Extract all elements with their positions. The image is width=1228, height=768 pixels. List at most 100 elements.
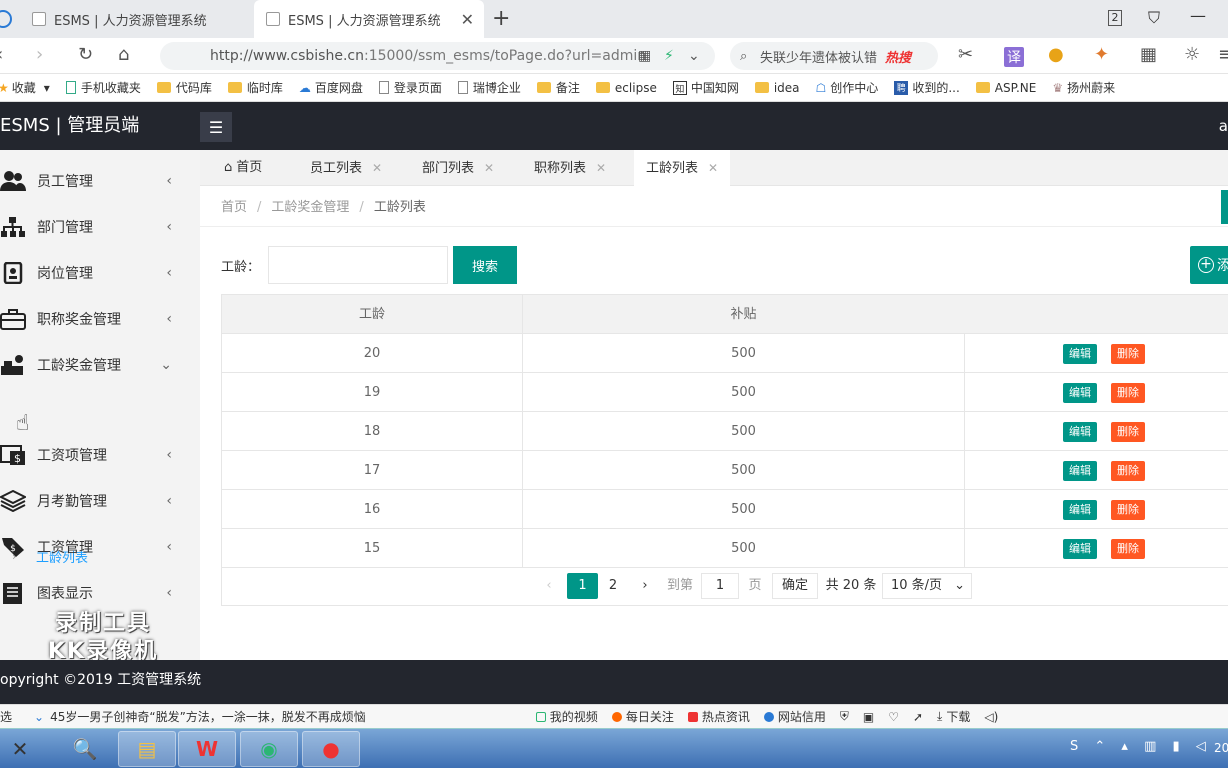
sun-icon[interactable]: ☼ (1184, 44, 1200, 65)
tab-seniority-list[interactable]: 工龄列表 ✕ (634, 150, 731, 186)
sidebar-item-departments[interactable]: 部门管理 ‹ (0, 204, 200, 250)
menu-icon[interactable]: ≡ (1218, 44, 1228, 65)
goto-page-input[interactable]: 1 (701, 573, 739, 599)
delete-button[interactable]: 删除 (1111, 383, 1145, 403)
delete-button[interactable]: 删除 (1111, 422, 1145, 442)
search-box[interactable]: ⌕ 失联少年遗体被认错 热搜 (730, 42, 938, 70)
per-page-select[interactable]: 10 条/页 ⌄ (882, 573, 972, 599)
minimize-icon[interactable]: — (1190, 6, 1206, 25)
delete-button[interactable]: 删除 (1111, 344, 1145, 364)
edit-button[interactable]: 编辑 (1063, 500, 1097, 520)
status-item[interactable]: 每日关注 (611, 708, 674, 725)
sidebar-item-positions[interactable]: 岗位管理 ‹ (0, 250, 200, 296)
scissors-icon[interactable]: ✂ (958, 44, 973, 65)
user-menu[interactable]: a (1219, 102, 1228, 150)
bookmark-item[interactable]: 知中国知网 (672, 79, 739, 96)
page-number[interactable]: 2 (603, 573, 623, 599)
confirm-button[interactable]: 确定 (772, 573, 818, 599)
delete-button[interactable]: 删除 (1111, 500, 1145, 520)
recorder-app-icon[interactable]: ● (302, 731, 360, 767)
breadcrumb-item[interactable]: 工龄奖金管理 (271, 200, 349, 215)
start-tools-icon[interactable]: ✕ (0, 731, 40, 767)
shirt-icon[interactable]: ⛉ (1148, 8, 1160, 28)
edit-button[interactable]: 编辑 (1063, 461, 1097, 481)
bookmark-item[interactable]: 临时库 (227, 79, 283, 96)
coin-icon[interactable]: ● (1048, 44, 1064, 65)
bookmark-item[interactable]: ☁ 百度网盘 (299, 79, 363, 96)
heart-icon[interactable]: ♡ (888, 710, 899, 724)
seniority-search-input[interactable] (268, 246, 448, 284)
next-page-icon[interactable]: › (635, 573, 655, 599)
close-tab-icon[interactable]: ✕ (461, 10, 474, 29)
status-item[interactable]: 网站信用 (763, 708, 826, 725)
tab-employee-list[interactable]: 员工列表 ✕ (298, 150, 394, 186)
bookmark-item[interactable]: 代码库 (156, 79, 212, 96)
search-button[interactable]: 搜索 (453, 246, 517, 284)
apps-grid-icon[interactable]: ▦ (1140, 44, 1157, 65)
bookmark-item[interactable]: 备注 (536, 79, 580, 96)
rocket-icon[interactable]: ➚ (913, 710, 923, 724)
sidebar-item-title-bonus[interactable]: 职称奖金管理 ‹ (0, 296, 200, 342)
sidebar-item-attendance[interactable]: 月考勤管理 ‹ (0, 478, 200, 524)
column-header-subsidy[interactable]: 补贴 (523, 295, 964, 334)
sidebar-item-salary-items[interactable]: $ 工资项管理 ‹ (0, 432, 200, 478)
new-tab-button[interactable]: + (492, 6, 510, 31)
bookmark-item[interactable]: ♛ 扬州蔚来 (1052, 79, 1115, 96)
news-ticker[interactable]: ⌄ 45岁一男子创神奇“脱发”方法，一涂一抹，脱发不再成烦恼 (34, 708, 366, 725)
reload-icon[interactable]: ↻ (78, 44, 93, 65)
close-icon[interactable]: ✕ (596, 161, 606, 175)
game-icon[interactable]: ✦ (1094, 44, 1109, 65)
bookmark-item[interactable]: 聘收到的... (894, 79, 960, 96)
edit-button[interactable]: 编辑 (1063, 344, 1097, 364)
tab-title-list[interactable]: 职称列表 ✕ (522, 150, 618, 186)
add-button[interactable]: + 添 (1190, 246, 1228, 284)
forward-icon[interactable]: › (36, 44, 43, 65)
close-icon[interactable]: ✕ (372, 161, 382, 175)
close-icon[interactable]: ✕ (708, 161, 718, 175)
address-bar[interactable]: http://www.csbishe.cn:15000/ssm_esms/toP… (160, 42, 715, 70)
bookmark-item[interactable]: 手机收藏夹 (65, 79, 141, 96)
file-explorer-icon[interactable]: ▤ (118, 731, 176, 767)
tab-count-badge[interactable]: 2 (1108, 10, 1122, 26)
magnifier-app-icon[interactable]: 🔍 (56, 731, 114, 767)
column-header-years[interactable]: 工龄 (222, 295, 522, 334)
shield-icon[interactable]: ⛨ (840, 709, 849, 724)
edit-button[interactable]: 编辑 (1063, 539, 1097, 559)
refresh-button[interactable] (1221, 190, 1228, 224)
bookmark-item[interactable]: 登录页面 (378, 79, 442, 96)
tab-home[interactable]: ⌂ 首页 (212, 150, 274, 186)
tray-icons[interactable]: S ⌃ ▴ ▥ ▮ ◁ (1070, 739, 1212, 754)
status-item[interactable]: ⤓ 下载 (937, 708, 970, 725)
bookmark-item[interactable]: eclipse (595, 81, 657, 95)
menu-toggle-button[interactable]: ☰ (200, 112, 232, 142)
image-icon[interactable]: ▣ (863, 710, 874, 724)
bookmark-item[interactable]: ☖ 创作中心 (816, 79, 879, 96)
prev-page-icon[interactable]: ‹ (539, 573, 559, 599)
delete-button[interactable]: 删除 (1111, 461, 1145, 481)
translate-icon[interactable]: 译 (1004, 47, 1024, 67)
clock[interactable]: 20 (1214, 741, 1228, 755)
edit-button[interactable]: 编辑 (1063, 422, 1097, 442)
bookmark-item[interactable]: idea (754, 81, 800, 95)
bookmark-item[interactable]: 瑞博企业 (457, 79, 521, 96)
chevron-down-icon[interactable]: ⌄ (688, 48, 700, 64)
status-item[interactable]: 热点资讯 (687, 708, 750, 725)
page-number-current[interactable]: 1 (567, 573, 598, 599)
browser-tab-active[interactable]: ESMS | 人力资源管理系统 ✕ (254, 0, 484, 38)
qr-icon[interactable]: ▦ (638, 48, 651, 64)
browser-app-icon[interactable]: ◉ (240, 731, 298, 767)
delete-button[interactable]: 删除 (1111, 539, 1145, 559)
sidebar-item-salary[interactable]: $ 工资管理 ‹ (0, 524, 200, 570)
bookmark-item[interactable]: ASP.NE (975, 81, 1036, 95)
edit-button[interactable]: 编辑 (1063, 383, 1097, 403)
home-icon[interactable]: ⌂ (118, 44, 129, 65)
sidebar-item-employees[interactable]: 员工管理 ‹ (0, 158, 200, 204)
bookmark-favorites[interactable]: ★收藏▾ (0, 79, 50, 96)
back-icon[interactable]: ‹ (0, 44, 3, 65)
tab-department-list[interactable]: 部门列表 ✕ (410, 150, 506, 186)
breadcrumb-item[interactable]: 首页 (221, 200, 247, 215)
sound-icon[interactable]: ◁) (984, 710, 998, 724)
wps-app-icon[interactable]: W (178, 731, 236, 767)
lightning-icon[interactable]: ⚡ (664, 48, 674, 64)
browser-tab[interactable]: ESMS | 人力资源管理系统 (20, 0, 250, 38)
